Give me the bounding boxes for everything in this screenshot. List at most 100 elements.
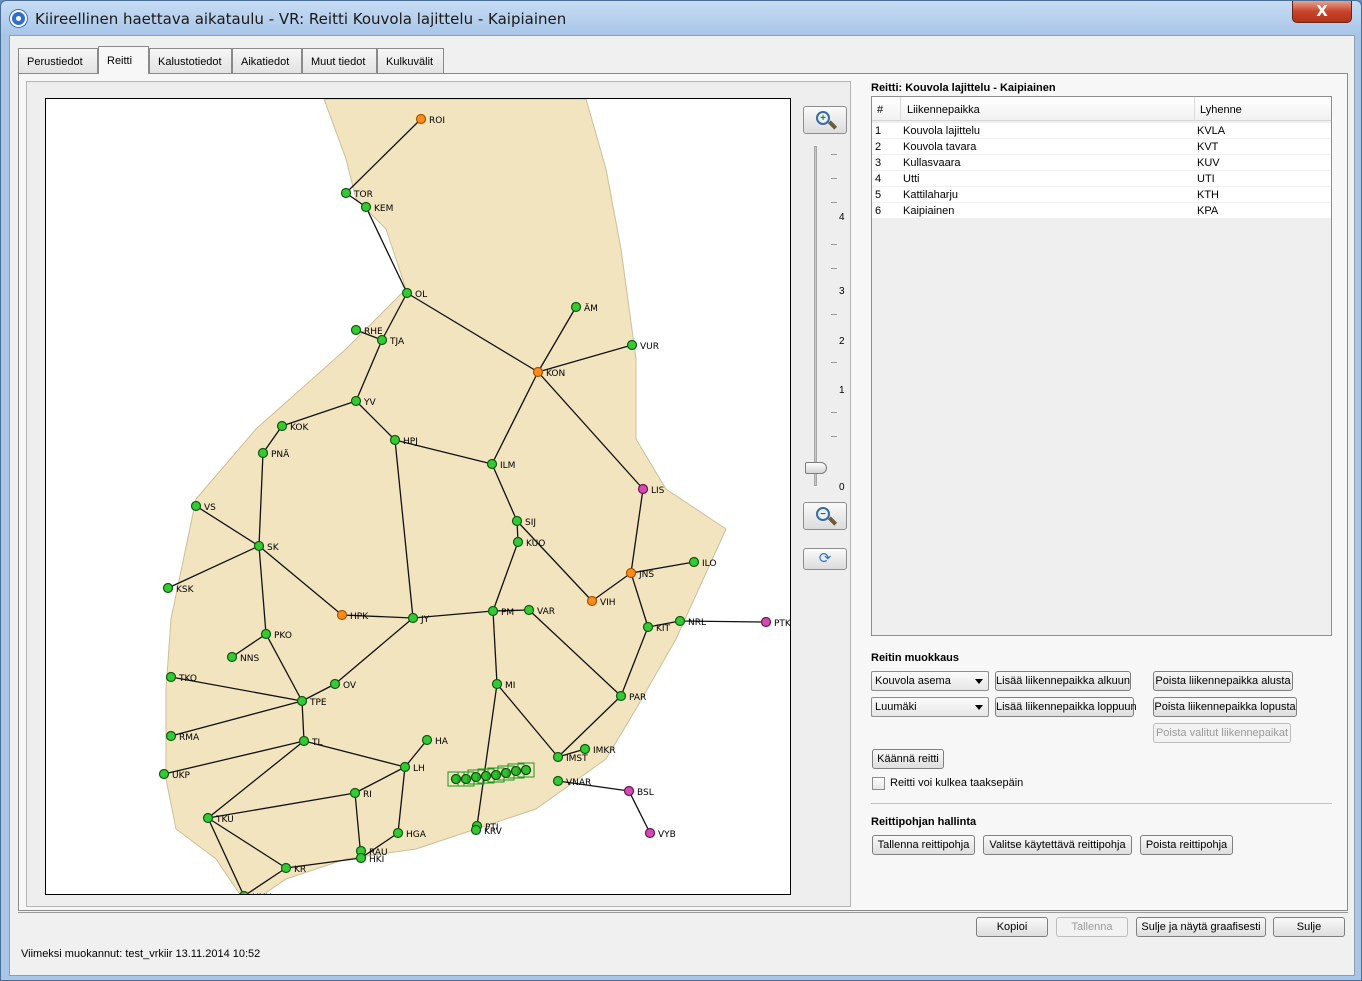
tab-aikatiedot[interactable]: Aikatiedot <box>232 48 302 73</box>
save-template-button[interactable]: Tallenna reittipohja <box>872 835 975 855</box>
add-station-start-button[interactable]: Lisää liikennepaikka alkuun <box>995 671 1131 691</box>
route-station-dot[interactable] <box>520 764 532 776</box>
route-station-dot[interactable] <box>510 765 522 777</box>
station-marker-RHE[interactable] <box>350 324 362 336</box>
route-station-dot[interactable] <box>470 771 482 783</box>
end-station-select[interactable]: Luumäki <box>871 697 989 717</box>
reverse-route-button[interactable]: Käännä reitti <box>872 749 944 769</box>
station-marker-KON[interactable] <box>532 366 544 378</box>
close-button[interactable]: Sulje <box>1273 917 1345 937</box>
column-header-number[interactable]: # <box>872 97 901 121</box>
station-marker-IMST[interactable] <box>552 751 564 763</box>
station-marker-MI[interactable] <box>491 678 503 690</box>
copy-button[interactable]: Kopioi <box>976 917 1048 937</box>
delete-template-button[interactable]: Poista reittipohja <box>1140 835 1233 855</box>
remove-station-start-button[interactable]: Poista liikennepaikka alusta <box>1153 671 1293 691</box>
station-marker-RMA[interactable] <box>165 730 177 742</box>
zoom-slider-track[interactable] <box>814 146 817 486</box>
station-marker-VIH[interactable] <box>586 595 598 607</box>
table-row[interactable]: 3 Kullasvaara KUV <box>872 155 1331 171</box>
add-station-end-button[interactable]: Lisää liikennepaikka loppuun <box>995 697 1137 717</box>
station-marker-OL[interactable] <box>401 287 413 299</box>
station-marker-VNAR[interactable] <box>552 775 564 787</box>
station-marker-PTK[interactable] <box>760 616 772 628</box>
station-marker-VAR[interactable] <box>523 604 535 616</box>
station-marker-HA[interactable] <box>421 734 433 746</box>
table-row[interactable]: 2 Kouvola tavara KVT <box>872 139 1331 155</box>
station-marker-TKO[interactable] <box>165 671 177 683</box>
railway-map[interactable]: ROI TOR KEM OL ÄM RHE TJA VUR KON YV KOK HPJ PNÄ ILM L… <box>45 98 791 895</box>
station-marker-YV[interactable] <box>350 395 362 407</box>
station-marker-ÄM[interactable] <box>570 301 582 313</box>
remove-station-end-button[interactable]: Poista liikennepaikka lopusta <box>1153 697 1297 717</box>
station-marker-ILO[interactable] <box>688 556 700 568</box>
table-row[interactable]: 5 Kattilaharju KTH <box>872 187 1331 203</box>
route-station-dot[interactable] <box>500 767 512 779</box>
station-marker-IMKR[interactable] <box>579 743 591 755</box>
station-marker-KEM[interactable] <box>360 201 372 213</box>
zoom-in-button[interactable]: + <box>803 106 847 134</box>
station-marker-BSL[interactable] <box>623 785 635 797</box>
station-marker-PKO[interactable] <box>260 628 272 640</box>
column-header-lyhenne[interactable]: Lyhenne <box>1195 97 1331 121</box>
station-marker-VS[interactable] <box>190 500 202 512</box>
tab-kulkuvalit[interactable]: Kulkuvälit <box>377 48 444 73</box>
route-station-dot[interactable] <box>480 770 492 782</box>
station-marker-SIJ[interactable] <box>511 515 523 527</box>
route-station-dot[interactable] <box>450 773 462 785</box>
station-marker-NRL[interactable] <box>674 615 686 627</box>
save-button[interactable]: Tallenna <box>1056 917 1128 937</box>
station-marker-LIS[interactable] <box>637 483 649 495</box>
close-and-show-graph-button[interactable]: Sulje ja näytä graafisesti <box>1136 917 1266 937</box>
station-marker-JY[interactable] <box>407 612 419 624</box>
station-marker-HPK[interactable] <box>336 609 348 621</box>
station-marker-KIT[interactable] <box>642 621 654 633</box>
station-marker-KRV[interactable] <box>470 824 482 836</box>
table-row[interactable]: 4 Utti UTI <box>872 171 1331 187</box>
station-marker-VYB[interactable] <box>644 827 656 839</box>
station-marker-JNS[interactable] <box>625 567 637 579</box>
station-marker-TL[interactable] <box>298 735 310 747</box>
station-marker-NNS[interactable] <box>226 651 238 663</box>
station-marker-PM[interactable] <box>487 605 499 617</box>
station-marker-HKI[interactable] <box>355 852 367 864</box>
table-row[interactable]: 6 Kaipiainen KPA <box>872 203 1331 219</box>
station-marker-PAR[interactable] <box>615 690 627 702</box>
station-marker-UKP[interactable] <box>158 768 170 780</box>
station-marker-ROI[interactable] <box>415 113 427 125</box>
station-marker-LH[interactable] <box>399 761 411 773</box>
station-marker-PNÄ[interactable] <box>257 447 269 459</box>
tab-perustiedot[interactable]: Perustiedot <box>18 48 98 73</box>
route-station-dot[interactable] <box>460 773 472 785</box>
station-marker-SK[interactable] <box>253 540 265 552</box>
station-marker-HPJ[interactable] <box>389 434 401 446</box>
station-marker-ILM[interactable] <box>486 458 498 470</box>
tab-kalustotiedot[interactable]: Kalustotiedot <box>149 48 232 73</box>
remove-selected-stations-button[interactable]: Poista valitut liikennepaikat <box>1153 723 1291 743</box>
map-canvas[interactable]: ROITORKEMOLÄMRHETJA VURKONYVKOKHPJPNÄILML… <box>46 99 791 895</box>
station-marker-VUR[interactable] <box>626 339 638 351</box>
station-marker-TKU[interactable] <box>202 812 214 824</box>
station-marker-KSK[interactable] <box>162 582 174 594</box>
station-marker-KUO[interactable] <box>512 536 524 548</box>
refresh-map-button[interactable]: ⟳ <box>803 548 847 570</box>
column-header-liikennepaikka[interactable]: Liikennepaikka <box>901 97 1195 121</box>
tab-muut-tiedot[interactable]: Muut tiedot <box>302 48 377 73</box>
station-marker-HNK[interactable] <box>239 890 249 896</box>
start-station-select[interactable]: Kouvola asema <box>871 671 989 691</box>
choose-template-button[interactable]: Valitse käytettävä reittipohja <box>983 835 1132 855</box>
route-station-dot[interactable] <box>490 769 502 781</box>
station-marker-KR[interactable] <box>280 862 292 874</box>
close-window-button[interactable]: X <box>1292 1 1352 23</box>
zoom-out-button[interactable]: − <box>803 502 847 530</box>
station-marker-RI[interactable] <box>349 787 361 799</box>
station-marker-OV[interactable] <box>329 678 341 690</box>
zoom-slider-thumb[interactable] <box>805 462 827 474</box>
route-backwards-checkbox[interactable] <box>872 777 885 790</box>
station-marker-TJA[interactable] <box>376 334 388 346</box>
station-marker-TOR[interactable] <box>340 187 352 199</box>
table-row[interactable]: 1 Kouvola lajittelu KVLA <box>872 123 1331 139</box>
station-marker-TPE[interactable] <box>296 695 308 707</box>
tab-reitti[interactable]: Reitti <box>98 46 149 74</box>
station-marker-KOK[interactable] <box>276 420 288 432</box>
